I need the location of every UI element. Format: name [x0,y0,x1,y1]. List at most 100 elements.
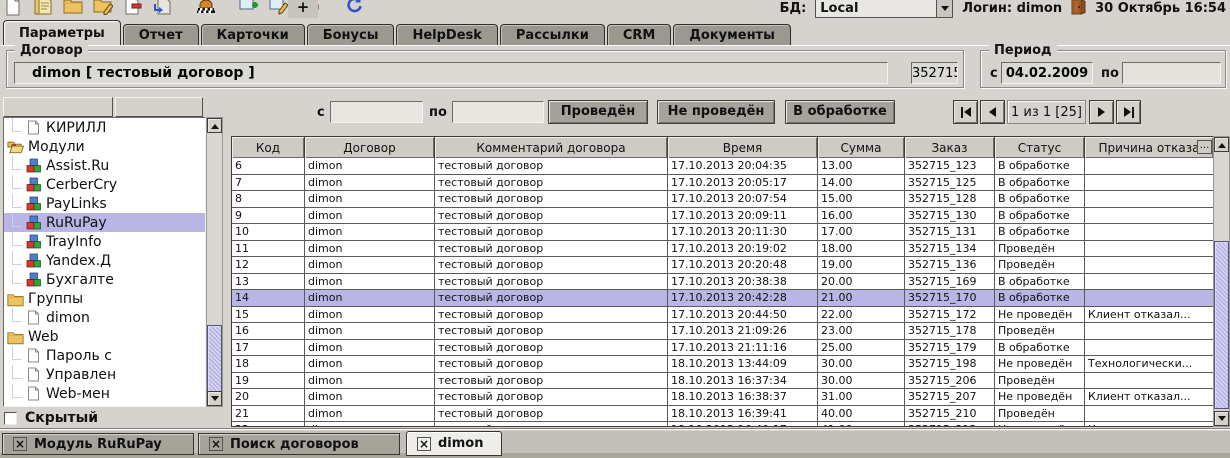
toolbar-plus-button[interactable]: + [288,0,318,18]
tab-Отчет[interactable]: Отчет [123,24,199,45]
document-paste-icon[interactable] [152,0,173,16]
tree-item-Yandex.Д[interactable]: Yandex.Д [4,251,205,270]
cell-Комментарий договора: тестовый договор [435,389,668,405]
alarm-icon[interactable] [195,0,216,16]
tree-scrollbar-thumb[interactable] [207,325,222,395]
cell-Заказ: 352715_131 [905,224,995,240]
folder-edit-icon[interactable] [92,0,113,16]
column-header-Статус[interactable]: Статус [995,137,1085,158]
tree-item-КИРИЛЛ[interactable]: КИРИЛЛ [4,118,205,137]
status-filter-button-В обработке[interactable]: В обработке [785,100,895,124]
period-from-input[interactable] [1001,62,1093,84]
table-row[interactable]: 9dimonтестовый договор17.10.2013 20:09:1… [232,208,1213,225]
contract-code-input[interactable] [911,62,958,84]
contract-input[interactable] [14,62,888,84]
close-icon[interactable]: × [417,437,431,451]
tab-Документы[interactable]: Документы [673,24,791,45]
table-row[interactable]: 13dimonтестовый договор17.10.2013 20:38:… [232,274,1213,291]
table-row[interactable]: 22dimonтестовый договор18.10.2013 16:40:… [232,422,1213,427]
tree-item-Модули[interactable]: Модули [4,137,205,156]
table-row[interactable]: 7dimonтестовый договор17.10.2013 20:05:1… [232,175,1213,192]
scroll-up-icon[interactable] [1214,137,1229,152]
table-row[interactable]: 20dimonтестовый договор18.10.2013 16:38:… [232,389,1213,406]
tree-scrollbar[interactable] [206,117,223,407]
table-row[interactable]: 19dimonтестовый договор18.10.2013 16:37:… [232,373,1213,390]
tree-item-Группы[interactable]: Группы [4,289,205,308]
tree-header-cell[interactable] [3,97,113,117]
table-row[interactable]: 21dimonтестовый договор18.10.2013 16:39:… [232,406,1213,423]
document-remove-icon[interactable] [122,0,143,16]
hidden-checkbox[interactable] [4,412,17,425]
db-select[interactable]: Local [815,0,953,18]
table-row[interactable]: 15dimonтестовый договор17.10.2013 20:44:… [232,307,1213,324]
tree-item-Бухгалте[interactable]: Бухгалте [4,270,205,289]
pager-prev-button[interactable] [980,100,1005,124]
column-header-Время[interactable]: Время [668,137,818,158]
column-header-Договор[interactable]: Договор [305,137,435,158]
tree-header-cell[interactable] [115,97,203,117]
column-header-Комментарий договора[interactable]: Комментарий договора [435,137,668,158]
tree-item-Управлен[interactable]: Управлен [4,365,205,384]
table-row[interactable]: 8dimonтестовый договор17.10.2013 20:07:5… [232,191,1213,208]
table-row[interactable]: 18dimonтестовый договор18.10.2013 13:44:… [232,356,1213,373]
pager-first-button[interactable] [953,100,978,124]
tree-item-Assist.Ru[interactable]: Assist.Ru [4,156,205,175]
column-header-Сумма[interactable]: Сумма [818,137,905,158]
tab-HelpDesk[interactable]: HelpDesk [396,24,497,45]
filter-from-input[interactable] [330,101,423,123]
tab-Рассылки[interactable]: Рассылки [500,24,605,45]
table-row[interactable]: 12dimonтестовый договор17.10.2013 20:20:… [232,257,1213,274]
filter-to-input[interactable] [452,101,544,123]
chevron-down-icon[interactable] [936,0,952,17]
logout-door-icon[interactable] [1071,0,1086,19]
scroll-down-icon[interactable] [207,391,222,406]
column-header-Заказ[interactable]: Заказ [905,137,995,158]
tree-item-Пароль с[interactable]: Пароль с [4,346,205,365]
pager-last-button[interactable] [1116,100,1141,124]
table-row[interactable]: 16dimonтестовый договор17.10.2013 21:09:… [232,323,1213,340]
tree-item-PayLinks[interactable]: PayLinks [4,194,205,213]
tree-item-CerberCry[interactable]: CerberCry [4,175,205,194]
tree-item-Web-мен[interactable]: Web-мен [4,384,205,403]
tab-Бонусы[interactable]: Бонусы [307,24,395,45]
close-icon[interactable]: × [13,437,27,451]
item-add-icon[interactable] [238,0,259,16]
status-filter-button-Проведён[interactable]: Проведён [548,100,648,124]
tree-item-label: Управлен [46,367,116,383]
bottom-tab-Поиск договоров[interactable]: ×Поиск договоров [198,433,400,455]
tree-item-TrayInfo[interactable]: TrayInfo [4,232,205,251]
table-row[interactable]: 14dimonтестовый договор17.10.2013 20:42:… [232,290,1213,307]
folder-icon[interactable] [62,0,83,16]
scroll-up-icon[interactable] [207,118,222,133]
tree-item-RuRuPay[interactable]: RuRuPay [4,213,205,232]
table-scrollbar[interactable] [1213,136,1230,427]
table-row[interactable]: 11dimonтестовый договор17.10.2013 20:19:… [232,241,1213,258]
bottom-tab-dimon[interactable]: ×dimon [406,431,502,456]
tree-item-Web[interactable]: Web [4,327,205,346]
period-to-input[interactable] [1122,62,1221,84]
cell-Заказ: 352715_134 [905,241,995,257]
new-document-icon[interactable] [2,0,23,16]
column-header-Причина отказа[interactable]: Причина отказа... [1085,137,1213,158]
close-icon[interactable]: × [209,437,223,451]
item-edit-icon[interactable] [268,0,289,16]
main-tabbar: ПараметрыОтчетКарточкиБонусыHelpDeskРасс… [0,19,1230,45]
tree-item-Скрипт пов[interactable]: Скрипт пов [4,403,205,407]
table-row[interactable]: 10dimonтестовый договор17.10.2013 20:11:… [232,224,1213,241]
bottom-tab-Модуль RuRuPay[interactable]: ×Модуль RuRuPay [2,433,194,455]
column-header-Код[interactable]: Код [232,137,305,158]
refresh-icon[interactable] [344,0,365,16]
tab-Карточки[interactable]: Карточки [201,24,305,45]
table-row[interactable]: 17dimonтестовый договор17.10.2013 21:11:… [232,340,1213,357]
cell-Комментарий договора: тестовый договор [435,373,668,389]
copy-document-icon[interactable] [32,0,53,16]
table-row[interactable]: 6dimonтестовый договор17.10.2013 20:04:3… [232,158,1213,175]
table-scrollbar-thumb[interactable] [1214,241,1229,409]
tab-Параметры[interactable]: Параметры [3,20,121,45]
tree-connector [12,308,22,322]
status-filter-button-Не проведён[interactable]: Не проведён [657,100,775,124]
tab-CRM[interactable]: CRM [607,24,672,45]
pager-next-button[interactable] [1089,100,1114,124]
scroll-down-icon[interactable] [1214,411,1229,426]
tree-item-dimon[interactable]: dimon [4,308,205,327]
